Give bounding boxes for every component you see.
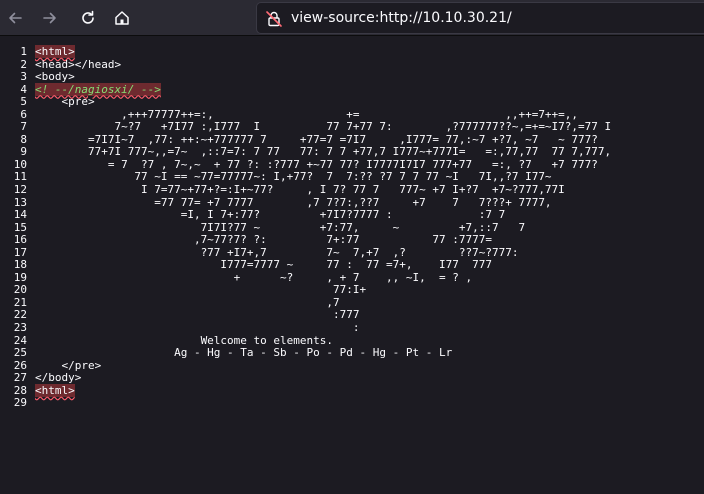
head-open-tag: <head> (35, 57, 75, 71)
ascii-art-text: + ~? , + 7 ,, ~I, = ? , (35, 270, 473, 284)
head-close-tag: </head> (74, 57, 122, 71)
line-number: 18 (13, 258, 27, 272)
html-tag: <html> (35, 45, 75, 58)
line-number: 29 (13, 396, 27, 410)
browser-toolbar: view-source:http://10.10.30.21/ (0, 0, 704, 36)
address-bar[interactable]: view-source:http://10.10.30.21/ (256, 2, 704, 34)
ascii-art-text: I777=7777 ~ 77 : 77 =7+, I77 777 (35, 258, 492, 272)
line-number: 25 (13, 346, 27, 360)
source-line: 28 <html> (0, 383, 704, 398)
home-icon (115, 11, 129, 25)
ascii-art-text: 77+7I 777~,,=7~ ,::7=7: 7 77 77: 7 7 +77… (35, 145, 612, 159)
forward-button[interactable] (38, 6, 62, 30)
ascii-art-text: ?77 +I7+,7 7~ 7,+7 ,? ??7~?777: (35, 245, 519, 259)
home-button[interactable] (110, 6, 134, 30)
page-source: 1 <html> 2 <head></head> 3 <body> 4 <! --/na… (0, 45, 704, 410)
line-number: 3 (20, 70, 27, 84)
welcome-text: Welcome to elements. (35, 333, 334, 347)
html-comment: <! --/nagiosxi/ --> (35, 82, 161, 96)
line-number: 6 (20, 107, 27, 121)
line-number: 16 (13, 233, 27, 247)
line-number: 2 (20, 57, 27, 71)
ascii-art-text: =77 77= +7 7777 ,7 7?7:,??7 +7 7 7???+ 7… (35, 195, 552, 209)
line-number: 14 (13, 208, 27, 222)
source-line: 27 </body> (0, 371, 704, 385)
ascii-art-text: ,7 (35, 295, 340, 309)
source-line: 4 <! --/nagiosxi/ --> (0, 82, 704, 97)
ascii-art-text: 77:I+ (35, 283, 367, 297)
source-line: 3 <body> (0, 70, 704, 84)
ascii-art-text: 7~?7 +7I77 :,I777 I 77 7+77 7: ,?777777?… (35, 120, 612, 134)
ascii-art-text: = 7 ?7 , 7~,~ + 77 ?: :?777 +~77 77? I77… (35, 157, 598, 171)
line-number: 1 (20, 45, 27, 58)
line-number: 8 (20, 132, 27, 146)
line-number: 5 (20, 95, 27, 109)
elements-text: Ag - Hg - Ta - Sb - Po - Pd - Hg - Pt - … (35, 346, 453, 360)
line-number: 23 (13, 321, 27, 335)
art-line: 25 Ag - Hg - Ta - Sb - Po - Pd - Hg - Pt… (0, 346, 704, 360)
html-tag: <html> (35, 383, 75, 397)
ascii-art-text: :777 (35, 308, 360, 322)
ascii-art-text: 7I7I?77 ~ +7:77, ~ +7,::7 7 (35, 220, 526, 234)
ascii-art-text: 77 ~I == ~77=77777~: I,+77? 7 7:?? ?7 7 … (35, 170, 552, 184)
source-line: 29 (0, 397, 704, 410)
source-line: 2 <head></head> (0, 57, 704, 72)
insecure-lock-icon[interactable] (265, 10, 283, 28)
back-button[interactable] (3, 6, 27, 30)
ascii-art-text: : (35, 321, 360, 335)
line-number: 7 (20, 120, 27, 134)
body-open-tag: <body> (35, 70, 75, 84)
pre-open-tag: <pre> (61, 95, 95, 109)
ascii-art-text: I 7=77~+77+?=:I+~77? , I 7? 77 7 777~ +7… (35, 183, 565, 197)
body-close-tag: </body> (35, 371, 82, 385)
ascii-art-text: =I, I 7+:77? +7I7?7777 : :7 7 (35, 208, 506, 222)
ascii-art-text: =7I7I~7 ,77: ++:~+777777 7 +77=7 =7I7 ,I… (35, 132, 598, 146)
back-arrow-icon (9, 12, 22, 24)
ascii-art-text: ,7~77?7? ?: 7+:77 77 :7777= (35, 233, 492, 247)
ascii-art-text: ,+++77777++=:, += ,,++=7++=,, (35, 107, 579, 121)
reload-button[interactable] (76, 6, 100, 30)
source-line: 26 </pre> (0, 358, 704, 373)
line-number: 4 (20, 82, 27, 96)
forward-arrow-icon (43, 12, 56, 24)
url-text[interactable]: view-source:http://10.10.30.21/ (291, 10, 512, 26)
line-number: 12 (13, 183, 27, 197)
pre-close-tag: </pre> (61, 358, 102, 372)
reload-icon (82, 10, 94, 24)
line-number: 27 (13, 371, 27, 385)
